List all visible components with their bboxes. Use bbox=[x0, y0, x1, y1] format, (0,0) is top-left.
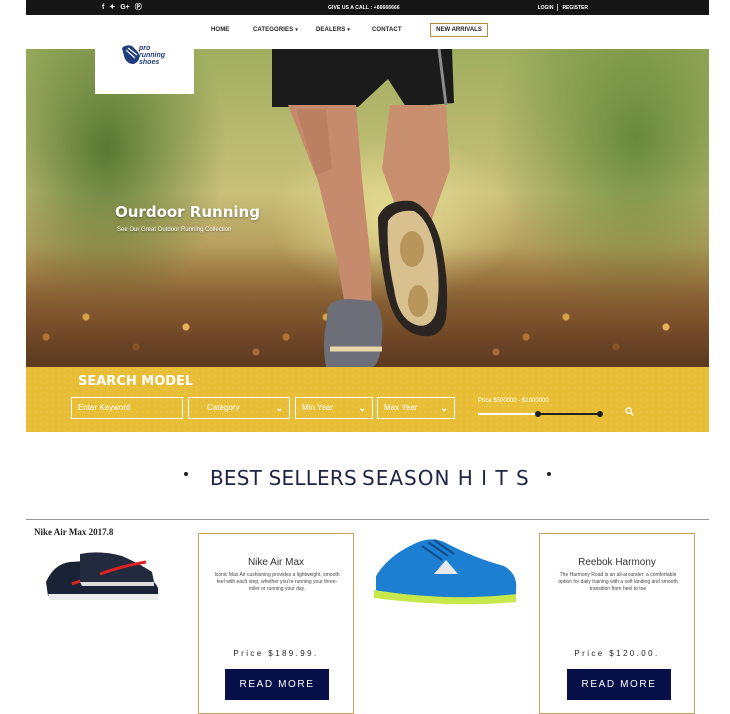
min-year-select-value: Min Year bbox=[302, 403, 334, 412]
logo-line-1: pro bbox=[139, 45, 151, 52]
pinterest-icon[interactable]: Ⓟ bbox=[135, 3, 142, 12]
nav-home[interactable]: HOME bbox=[211, 27, 229, 33]
price-range-slider[interactable] bbox=[478, 411, 603, 417]
register-link[interactable]: REGISTER bbox=[562, 5, 588, 11]
logo-line-3: shoes bbox=[139, 59, 160, 66]
max-year-select-value: Max Year bbox=[384, 403, 418, 412]
reebok-shoe-image[interactable] bbox=[370, 532, 520, 608]
page: f ✦ G+ Ⓟ GIVE US A CALL : +66666666 LOGI… bbox=[26, 0, 709, 714]
new-arrivals-button[interactable]: NEW ARRIVALS bbox=[430, 23, 488, 37]
nav-dealers[interactable]: DEALERS ▾ bbox=[316, 27, 350, 33]
heading-bullet bbox=[547, 472, 551, 476]
product-description: Iconic Max Air cushioning provides a lig… bbox=[214, 572, 340, 592]
read-more-button[interactable]: READ MORE bbox=[225, 669, 329, 700]
facebook-icon[interactable]: f bbox=[102, 3, 104, 12]
google-plus-icon[interactable]: G+ bbox=[120, 3, 130, 12]
auth-divider bbox=[557, 4, 559, 11]
product-description: The Harmony Road is an all-arounder: a c… bbox=[558, 572, 678, 592]
logo-line-2: running bbox=[139, 52, 166, 59]
section-divider bbox=[26, 519, 709, 520]
product-price: Price $189.99. bbox=[233, 649, 319, 658]
nike-shoe-image[interactable] bbox=[40, 548, 168, 606]
product-price: Price $120.00. bbox=[574, 649, 660, 658]
product-title[interactable]: Nike Air Max bbox=[199, 557, 353, 568]
logo-text: pro running shoes bbox=[139, 45, 165, 66]
price-min-handle[interactable] bbox=[535, 411, 541, 417]
social-links: f ✦ G+ Ⓟ bbox=[102, 3, 142, 12]
chevron-down-icon: ⌄ bbox=[275, 403, 283, 413]
site-logo[interactable]: pro running shoes bbox=[95, 32, 194, 94]
read-more-button[interactable]: READ MORE bbox=[567, 669, 671, 700]
best-sellers-heading: BEST SELLERS bbox=[210, 466, 357, 490]
category-select[interactable]: Category ⌄ bbox=[188, 397, 290, 419]
hero-banner: Ourdoor Running See Our Great Outdoor Ru… bbox=[26, 49, 709, 367]
nav-contact[interactable]: CONTACT bbox=[372, 27, 402, 33]
nav-dealers-label: DEALERS bbox=[316, 27, 346, 33]
login-link[interactable]: LOGIN bbox=[538, 5, 554, 11]
hero-title: Ourdoor Running bbox=[115, 203, 260, 221]
nav-categories[interactable]: CATEGORIES ▾ bbox=[253, 27, 298, 33]
chevron-down-icon: ▾ bbox=[347, 27, 350, 33]
product-card-reebok-harmony: Reebok Harmony The Harmony Road is an al… bbox=[539, 533, 695, 714]
search-model-panel: SEARCH MODEL Enter Keyword Category ⌄ Mi… bbox=[26, 367, 709, 432]
season-hits-heading: SEASON H I T S bbox=[362, 466, 530, 490]
product-title[interactable]: Reebok Harmony bbox=[540, 557, 694, 568]
product-card-nike-air-max: Nike Air Max Iconic Max Air cushioning p… bbox=[198, 533, 354, 714]
max-year-select[interactable]: Max Year ⌄ bbox=[377, 397, 455, 419]
top-bar: f ✦ G+ Ⓟ GIVE US A CALL : +66666666 LOGI… bbox=[26, 0, 709, 15]
min-year-select[interactable]: Min Year ⌄ bbox=[295, 397, 373, 419]
chevron-down-icon: ▾ bbox=[295, 27, 298, 33]
price-range-fill bbox=[538, 413, 602, 415]
category-select-value: Category bbox=[207, 403, 240, 412]
chevron-down-icon: ⌄ bbox=[440, 403, 448, 413]
product-1-name[interactable]: Nike Air Max 2017.8 bbox=[34, 527, 113, 537]
auth-links: LOGIN REGISTER bbox=[538, 4, 588, 11]
price-max-handle[interactable] bbox=[597, 411, 603, 417]
twitter-icon[interactable]: ✦ bbox=[109, 3, 115, 12]
price-range-label: Price $500000 - $1000000 bbox=[478, 398, 549, 404]
keyword-input[interactable]: Enter Keyword bbox=[71, 397, 183, 419]
search-icon[interactable] bbox=[625, 407, 634, 416]
call-us-text: GIVE US A CALL : +66666666 bbox=[328, 5, 400, 11]
search-title: SEARCH MODEL bbox=[78, 374, 194, 389]
chevron-down-icon: ⌄ bbox=[358, 403, 366, 413]
heading-bullet bbox=[184, 472, 188, 476]
nav-categories-label: CATEGORIES bbox=[253, 27, 294, 33]
hero-subtitle: See Our Great Outdoor Running Collection bbox=[117, 227, 232, 233]
